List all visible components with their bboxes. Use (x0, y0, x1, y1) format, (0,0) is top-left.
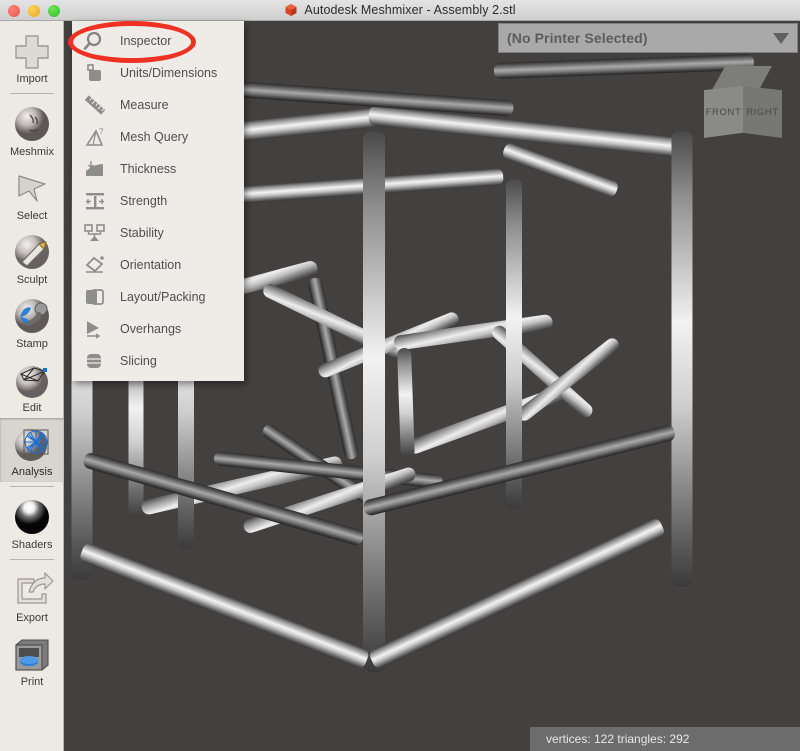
window-title-bar: Autodesk Meshmixer - Assembly 2.stl (0, 0, 800, 21)
menu-item-inspector[interactable]: Inspector (72, 25, 244, 57)
sidebar-item-sculpt[interactable]: Sculpt (0, 226, 64, 290)
menu-item-mesh-query[interactable]: ? Mesh Query (72, 121, 244, 153)
view-cube[interactable]: FRONT RIGHT (704, 66, 782, 148)
menu-item-label: Thickness (120, 162, 177, 176)
sidebar-item-label: Import (16, 73, 48, 85)
printer-selector[interactable]: (No Printer Selected) (498, 23, 798, 53)
sidebar-item-label: Stamp (16, 338, 48, 350)
sidebar-item-label: Analysis (11, 466, 53, 478)
menu-item-label: Mesh Query (120, 130, 189, 144)
sidebar-item-select[interactable]: Select (0, 162, 64, 226)
menu-item-layout-packing[interactable]: Layout/Packing (72, 281, 244, 313)
printer-selector-value: (No Printer Selected) (507, 30, 648, 46)
window-title: Autodesk Meshmixer - Assembly 2.stl (304, 3, 516, 17)
menu-item-label: Inspector (120, 34, 172, 48)
brush-sphere-icon (10, 231, 54, 273)
orientation-icon (82, 254, 108, 276)
menu-item-overhangs[interactable]: Overhangs (72, 313, 244, 345)
menu-item-label: Strength (120, 194, 168, 208)
shader-sphere-icon (10, 496, 54, 538)
sidebar-item-label: Select (16, 210, 48, 222)
minimize-traffic-light[interactable] (28, 5, 40, 17)
sidebar-divider (9, 93, 54, 94)
sidebar-item-import[interactable]: Import (0, 25, 64, 89)
sidebar-item-meshmix[interactable]: Meshmix (0, 98, 64, 162)
sidebar-divider (9, 486, 54, 487)
menu-item-label: Slicing (120, 354, 157, 368)
analysis-dropdown-menu[interactable]: Inspector Units/Dimensions Measure ? Mes… (72, 21, 244, 381)
tool-sidebar[interactable]: Import Meshmix Select Sculpt Stamp Edit … (0, 21, 64, 751)
window-controls[interactable] (8, 5, 60, 17)
sidebar-item-label: Shaders (11, 539, 53, 551)
status-bar: vertices: 122 triangles: 292 (530, 727, 800, 751)
sidebar-item-shaders[interactable]: Shaders (0, 491, 64, 555)
sidebar-item-label: Sculpt (16, 274, 48, 286)
menu-item-slicing[interactable]: Slicing (72, 345, 244, 377)
cursor-arrow-icon (10, 167, 54, 209)
mesh-sphere-icon (10, 359, 54, 401)
menu-item-label: Overhangs (120, 322, 182, 336)
meshmixer-window: (No Printer Selected) FRONT RIGHT vertic… (0, 0, 800, 751)
units-box-icon (82, 62, 108, 84)
sidebar-item-analysis[interactable]: Analysis (0, 418, 64, 482)
menu-item-units-dimensions[interactable]: Units/Dimensions (72, 57, 244, 89)
sidebar-item-edit[interactable]: Edit (0, 354, 64, 418)
layout-packing-icon (82, 286, 108, 308)
meshmixer-cube-logo (284, 3, 298, 17)
thickness-icon (82, 158, 108, 180)
sidebar-item-stamp[interactable]: Stamp (0, 290, 64, 354)
sidebar-item-label: Print (20, 676, 44, 688)
face-sphere-icon (10, 103, 54, 145)
menu-item-label: Stability (120, 226, 164, 240)
menu-item-stability[interactable]: Stability (72, 217, 244, 249)
sidebar-item-export[interactable]: Export (0, 564, 64, 628)
mesh-statistics: vertices: 122 triangles: 292 (546, 732, 690, 746)
menu-item-strength[interactable]: Strength (72, 185, 244, 217)
view-cube-right-face[interactable]: RIGHT (743, 86, 782, 138)
plus-icon (10, 30, 54, 72)
chevron-down-icon[interactable] (773, 32, 789, 44)
menu-item-label: Orientation (120, 258, 182, 272)
sidebar-item-label: Edit (22, 402, 42, 414)
menu-item-label: Measure (120, 98, 169, 112)
sidebar-divider (9, 559, 54, 560)
sidebar-item-print[interactable]: Print (0, 628, 64, 692)
sidebar-item-label: Export (16, 612, 48, 624)
stamp-sphere-icon (10, 295, 54, 337)
view-cube-front-face[interactable]: FRONT (704, 86, 743, 138)
menu-item-label: Units/Dimensions (120, 66, 218, 80)
view-cube-right-label: RIGHT (746, 106, 779, 118)
menu-item-label: Layout/Packing (120, 290, 206, 304)
overhangs-icon (82, 318, 108, 340)
stability-icon (82, 222, 108, 244)
sidebar-item-label: Meshmix (9, 146, 54, 158)
analysis-sphere-icon (10, 423, 54, 465)
magnifier-icon (82, 30, 108, 52)
ruler-icon (82, 94, 108, 116)
close-traffic-light[interactable] (8, 5, 20, 17)
printer-icon (10, 633, 54, 675)
view-cube-front-label: FRONT (705, 106, 742, 118)
slicing-icon (82, 350, 108, 372)
export-arrow-icon (10, 569, 54, 611)
menu-item-thickness[interactable]: Thickness (72, 153, 244, 185)
mesh-query-icon: ? (82, 126, 108, 148)
svg-text:?: ? (99, 127, 104, 136)
menu-item-measure[interactable]: Measure (72, 89, 244, 121)
maximize-traffic-light[interactable] (48, 5, 60, 17)
menu-item-orientation[interactable]: Orientation (72, 249, 244, 281)
strength-icon (82, 190, 108, 212)
